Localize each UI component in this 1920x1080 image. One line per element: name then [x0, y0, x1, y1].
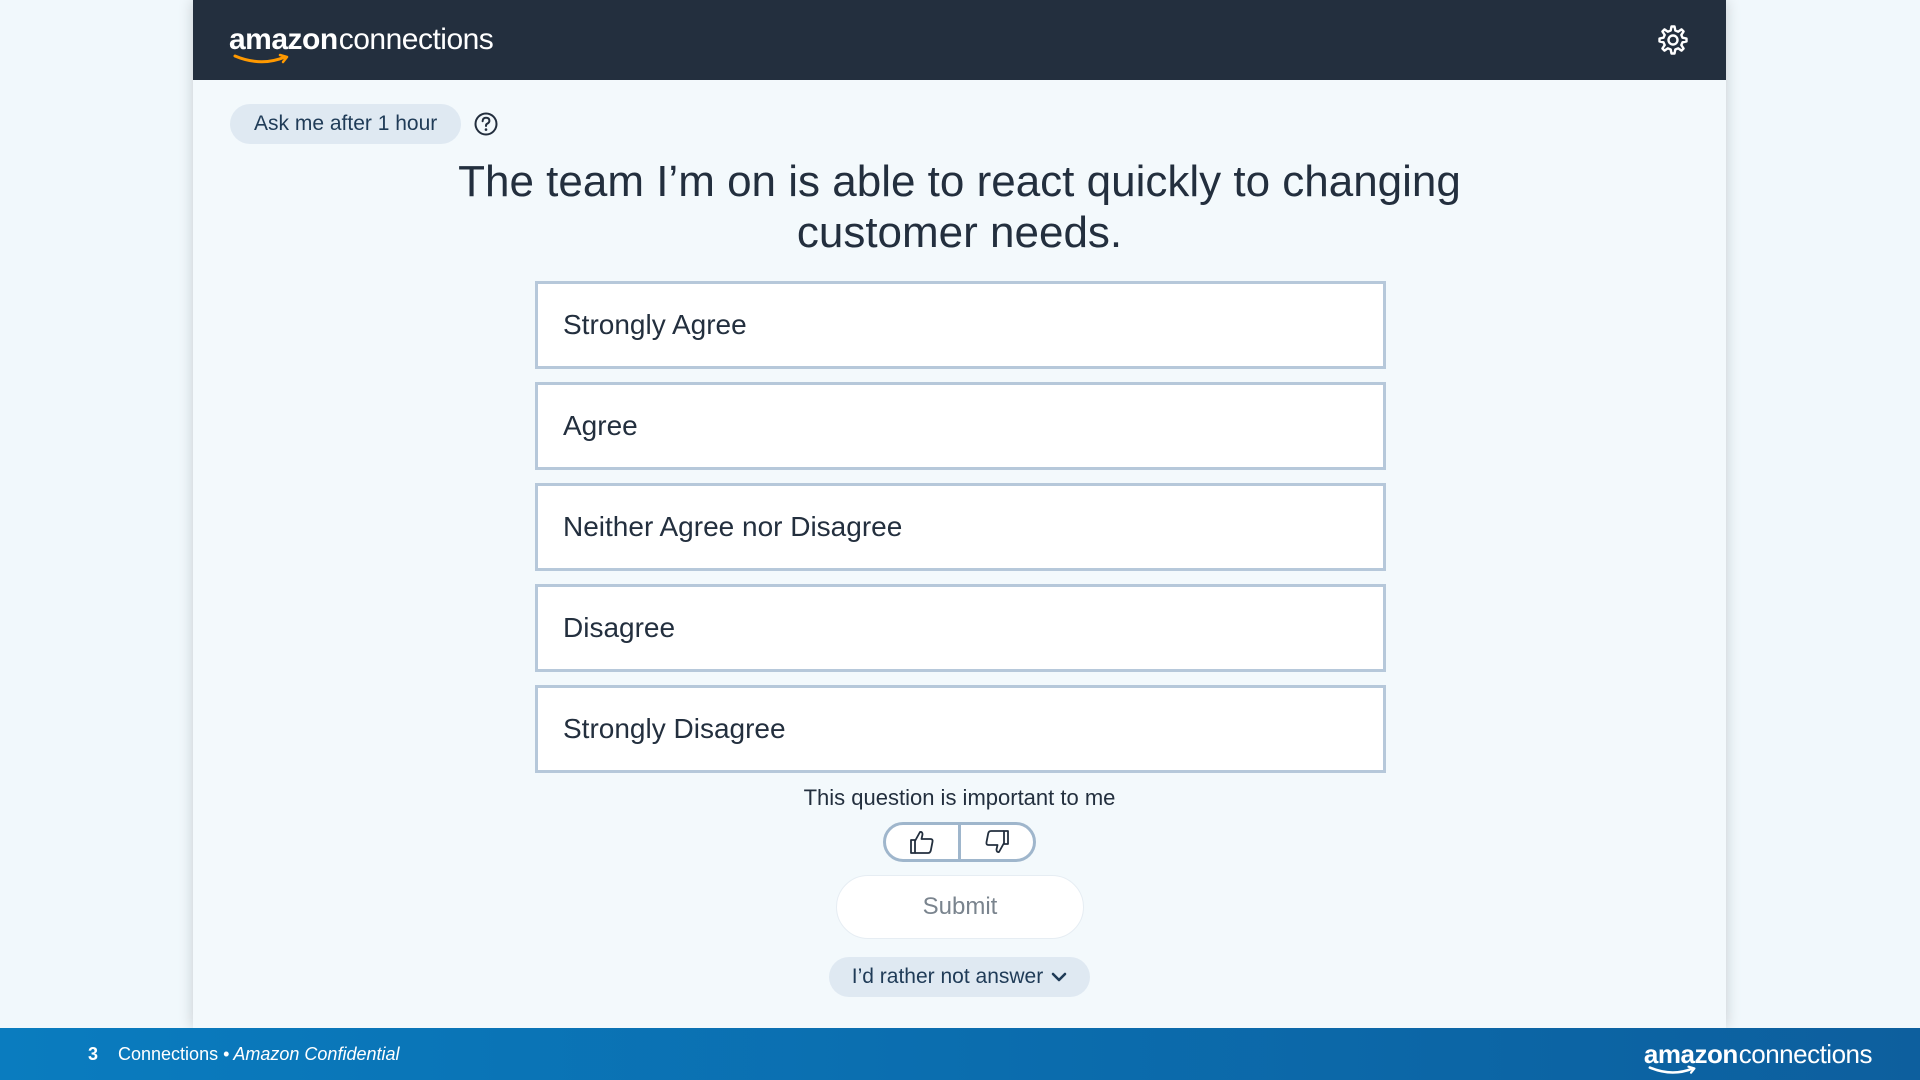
question-line-1: The team I’m on is able to react quickly… — [458, 157, 1461, 206]
chevron-down-icon — [1051, 972, 1067, 982]
decline-label: I’d rather not answer — [851, 965, 1044, 988]
ask-later-label: Ask me after 1 hour — [254, 112, 438, 135]
logo-amazon-text: amazon — [229, 23, 338, 56]
amazon-smile-icon — [1648, 1065, 1696, 1074]
confidential-label: Amazon Confidential — [233, 1043, 400, 1064]
question-line-2: customer needs. — [796, 208, 1123, 257]
option-label: Agree — [563, 410, 638, 441]
page-number: 3 — [88, 1043, 99, 1064]
option-neither[interactable]: Neither Agree nor Disagree — [535, 483, 1386, 571]
option-label: Strongly Agree — [563, 309, 747, 340]
thumbs-down-icon — [985, 830, 1009, 853]
answer-options: Strongly Agree Agree Neither Agree nor D… — [535, 281, 1386, 786]
slide-footer: 3 Connections • Amazon Confidential amaz… — [0, 1028, 1920, 1080]
amazon-smile-icon — [233, 53, 289, 64]
submit-label: Submit — [922, 893, 998, 920]
footer-logo-connections-text: connections — [1738, 1038, 1873, 1069]
ask-later-button[interactable]: Ask me after 1 hour — [230, 104, 462, 144]
option-label: Strongly Disagree — [563, 713, 786, 744]
decline-button[interactable]: I’d rather not answer — [829, 957, 1090, 997]
slide: amazon connections Ask me after 1 hour T… — [0, 0, 1920, 1080]
logo-connections-text: connections — [338, 23, 494, 56]
option-agree[interactable]: Agree — [535, 382, 1386, 470]
submit-button[interactable]: Submit — [836, 875, 1084, 939]
footer-text: Connections • — [118, 1043, 230, 1064]
thumbs-up-icon — [910, 831, 934, 854]
importance-label: This question is important to me — [803, 785, 1116, 810]
survey-card: amazon connections Ask me after 1 hour T… — [193, 0, 1726, 1028]
footer-logo: amazon connections — [1644, 1038, 1873, 1074]
settings-button[interactable] — [1656, 23, 1690, 57]
option-label: Disagree — [563, 612, 676, 643]
thumbs-up-button[interactable] — [886, 825, 958, 859]
snooze-row: Ask me after 1 hour — [230, 104, 499, 144]
question-circle-icon[interactable] — [473, 111, 499, 137]
gear-icon — [1658, 25, 1688, 55]
amazon-connections-logo: amazon connections — [229, 23, 494, 64]
question-text: The team I’m on is able to react quickly… — [193, 156, 1726, 258]
option-strongly-agree[interactable]: Strongly Agree — [535, 281, 1386, 369]
option-strongly-disagree[interactable]: Strongly Disagree — [535, 685, 1386, 773]
thumbs-down-button[interactable] — [958, 825, 1033, 859]
top-bar: amazon connections — [193, 0, 1726, 80]
option-disagree[interactable]: Disagree — [535, 584, 1386, 672]
footer-info: 3 Connections • Amazon Confidential — [88, 1044, 400, 1065]
importance-toggle — [883, 822, 1036, 862]
option-label: Neither Agree nor Disagree — [563, 511, 903, 542]
